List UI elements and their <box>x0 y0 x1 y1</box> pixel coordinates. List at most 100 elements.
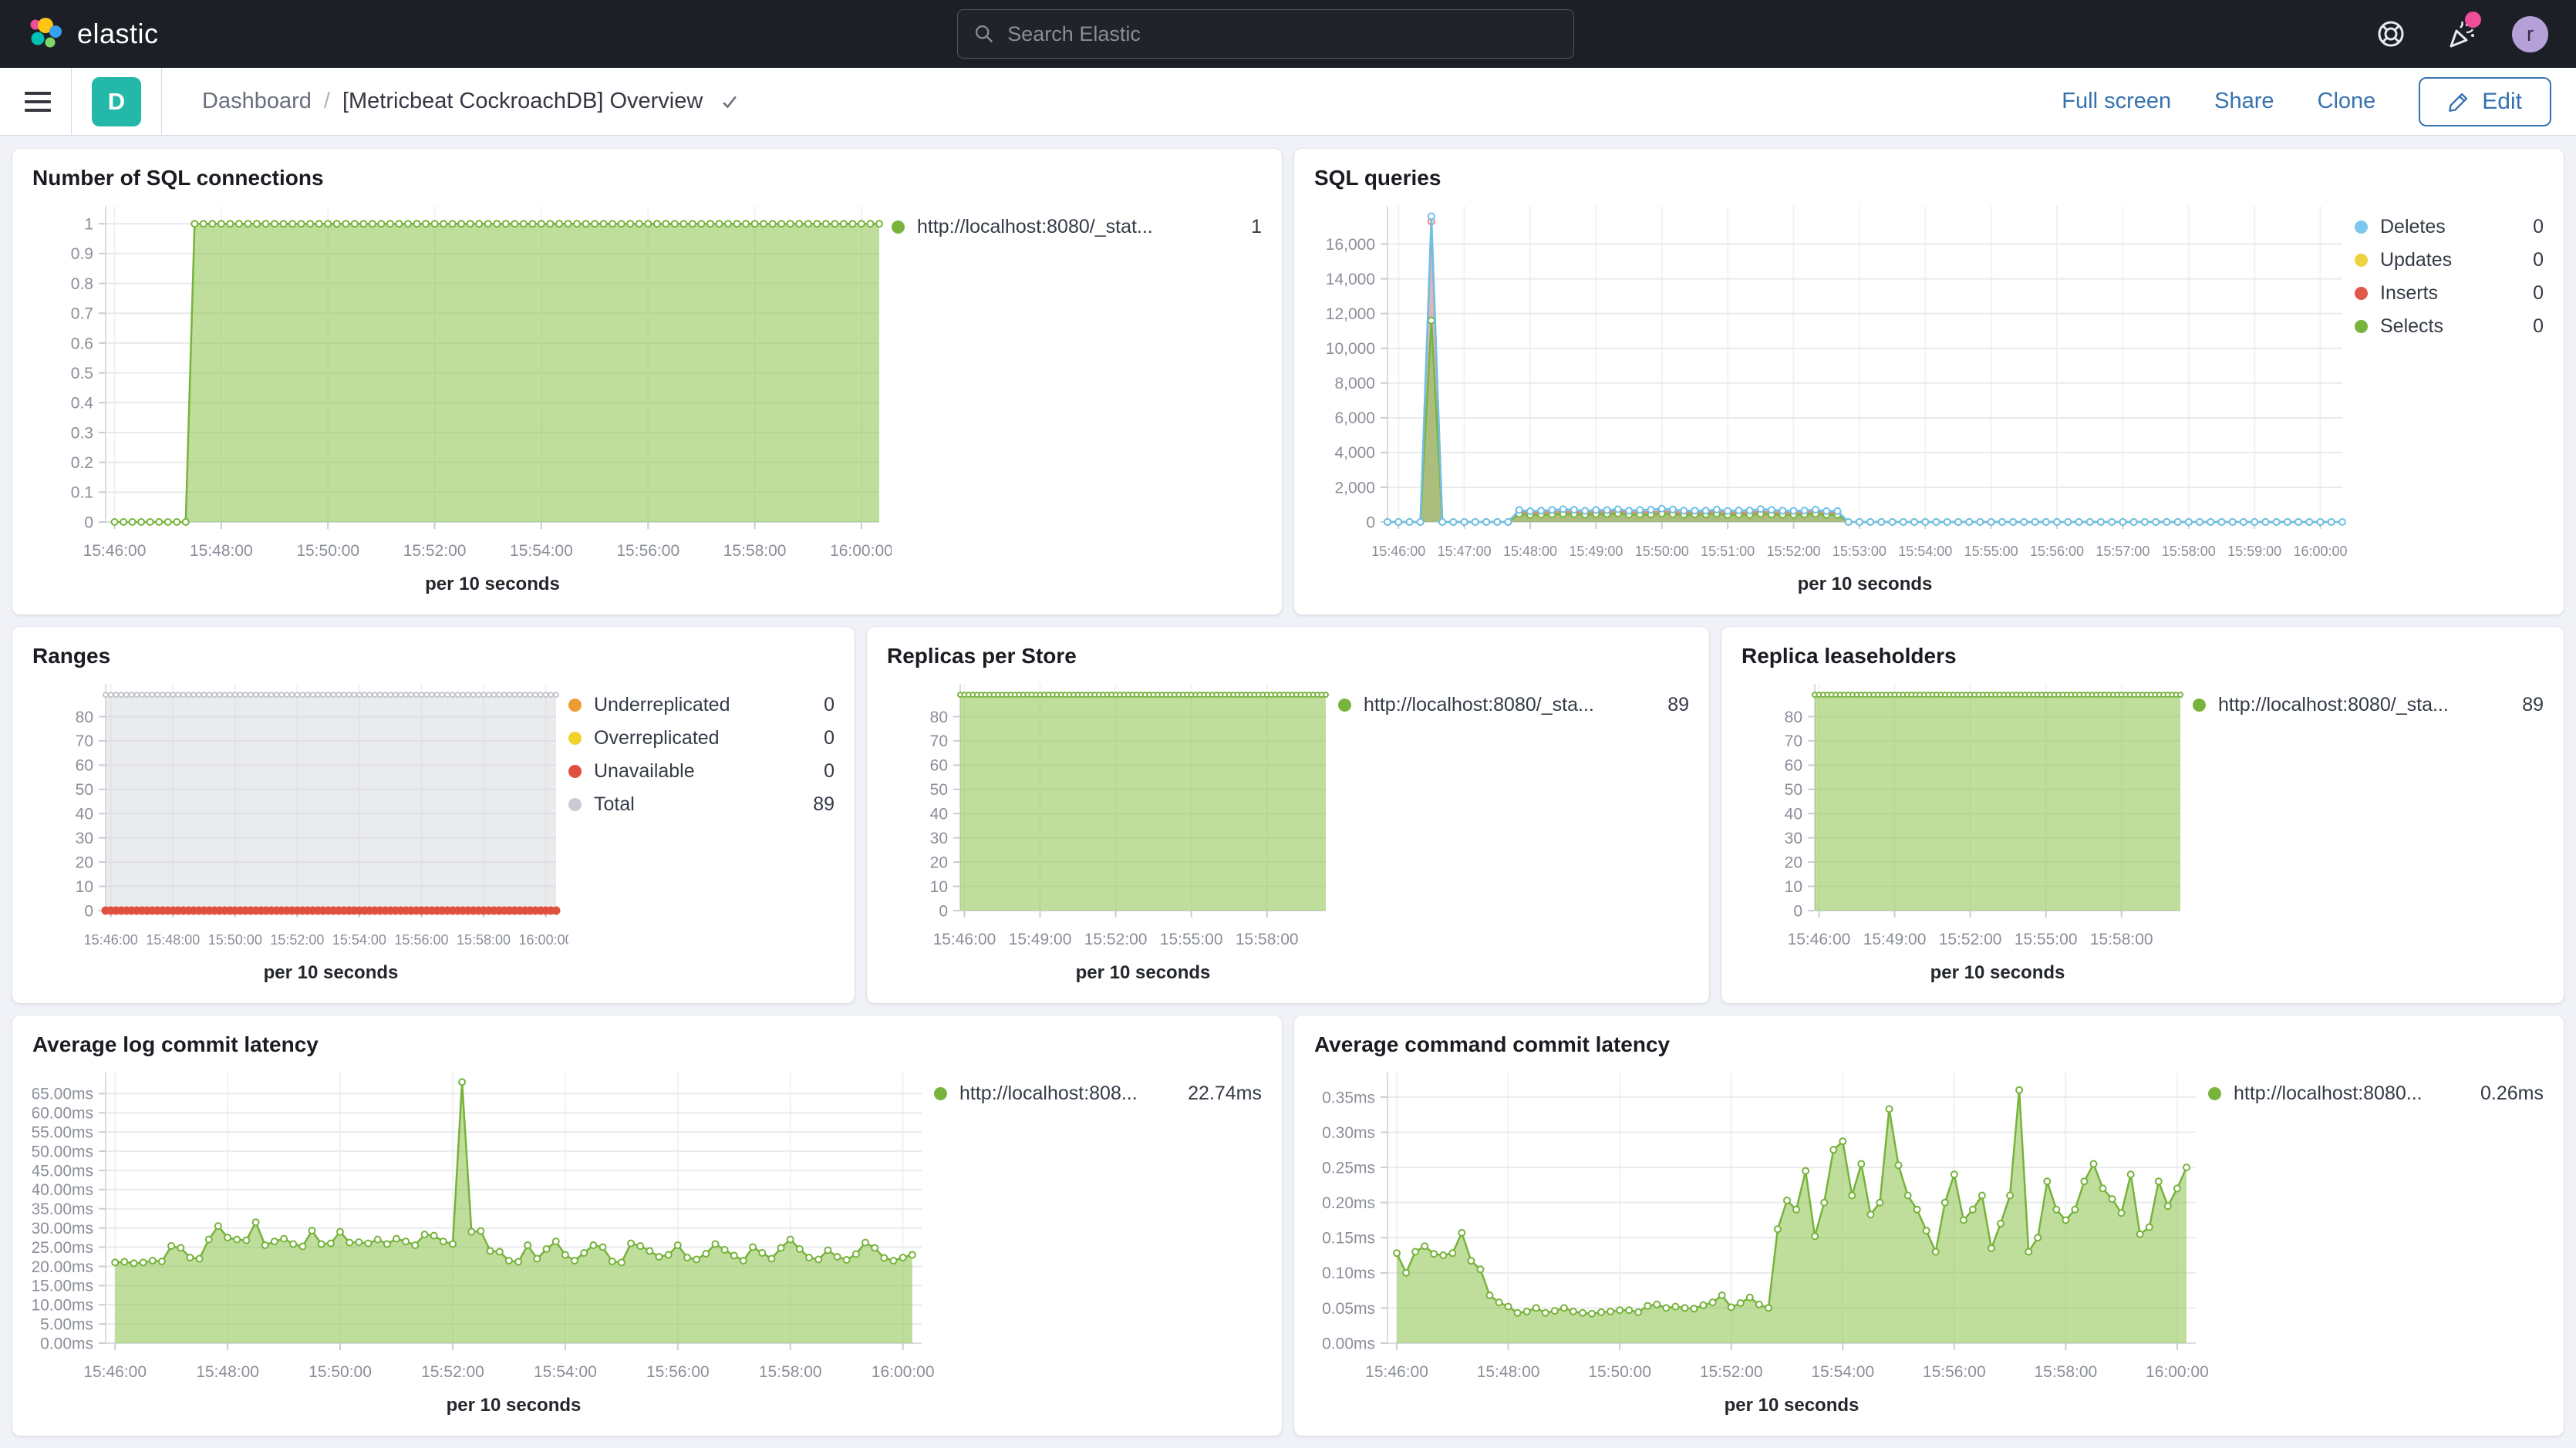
svg-text:15:58:00: 15:58:00 <box>1236 931 1299 948</box>
search-input[interactable] <box>1007 22 1558 46</box>
svg-text:40: 40 <box>76 806 93 823</box>
legend-item[interactable]: Unavailable0 <box>568 759 835 783</box>
svg-text:0.15ms: 0.15ms <box>1322 1230 1375 1248</box>
elastic-logo[interactable]: elastic <box>28 16 159 52</box>
legend-value: 0 <box>2510 282 2544 305</box>
legend-value: 89 <box>1655 694 1689 716</box>
legend: http://localhost:808...22.74ms <box>934 1062 1262 1419</box>
panel-title-replica-leaseholders[interactable]: Replica leaseholders <box>1741 644 2544 668</box>
svg-text:70: 70 <box>76 732 93 750</box>
legend-dot-icon <box>2355 221 2368 234</box>
help-icon[interactable] <box>2373 16 2409 52</box>
svg-text:25.00ms: 25.00ms <box>32 1239 93 1257</box>
space-badge[interactable]: D <box>92 77 141 126</box>
legend-item[interactable]: http://localhost:808...22.74ms <box>934 1082 1262 1105</box>
legend-value: 89 <box>2510 694 2544 716</box>
legend-item[interactable]: Inserts0 <box>2355 281 2544 305</box>
legend-item[interactable]: Updates0 <box>2355 248 2544 271</box>
svg-text:50: 50 <box>1785 781 1802 799</box>
svg-text:15:56:00: 15:56:00 <box>394 932 448 948</box>
svg-text:80: 80 <box>76 709 93 726</box>
chart-wrap: 00.10.20.30.40.50.60.70.80.9115:46:0015:… <box>32 195 1262 598</box>
avg-log-commit-latency-chart[interactable]: 0.00ms5.00ms10.00ms15.00ms20.00ms25.00ms… <box>32 1062 934 1419</box>
svg-text:0.10ms: 0.10ms <box>1322 1264 1375 1282</box>
svg-text:15:54:00: 15:54:00 <box>1898 544 1952 559</box>
clone-button[interactable]: Clone <box>2318 89 2376 114</box>
svg-text:10,000: 10,000 <box>1326 340 1375 358</box>
legend: Underreplicated0 Overreplicated 0 Unavailab… <box>568 673 835 986</box>
svg-text:15:46:00: 15:46:00 <box>1371 544 1425 559</box>
panel-replica-leaseholders: Replica leaseholders0102030405060708015:… <box>1721 627 2564 1003</box>
sql-connections-chart[interactable]: 00.10.20.30.40.50.60.70.80.9115:46:0015:… <box>32 195 892 598</box>
replicas-per-store-chart[interactable]: 0102030405060708015:46:0015:49:0015:52:0… <box>887 673 1338 986</box>
svg-text:per 10 seconds: per 10 seconds <box>1930 962 2065 983</box>
legend-dot-icon <box>2193 699 2206 712</box>
panel-title-sql-connections[interactable]: Number of SQL connections <box>32 166 1262 190</box>
svg-text:70: 70 <box>1785 732 1802 750</box>
breadcrumb-dashboard-link[interactable]: Dashboard <box>202 89 312 114</box>
breadcrumb-separator: / <box>324 89 330 114</box>
svg-text:30: 30 <box>1785 830 1802 847</box>
divider <box>161 68 162 135</box>
legend-dot-icon <box>568 699 582 712</box>
legend-value: 0 <box>801 727 835 749</box>
svg-text:15:50:00: 15:50:00 <box>1588 1363 1651 1381</box>
svg-text:15:54:00: 15:54:00 <box>1811 1363 1874 1381</box>
global-search[interactable] <box>957 9 1574 59</box>
legend-item[interactable]: http://localhost:8080/_stat...1 <box>892 215 1262 238</box>
legend-label: Total <box>594 793 635 816</box>
menu-icon[interactable] <box>25 92 51 112</box>
legend-item[interactable]: Deletes0 <box>2355 215 2544 238</box>
legend-item[interactable]: Underreplicated0 <box>568 693 835 716</box>
legend-item[interactable]: http://localhost:8080/_sta...89 <box>1338 693 1689 716</box>
chart-wrap: 02,0004,0006,0008,00010,00012,00014,0001… <box>1314 195 2544 598</box>
share-button[interactable]: Share <box>2214 89 2274 114</box>
svg-text:per 10 seconds: per 10 seconds <box>447 1395 582 1416</box>
ranges-chart[interactable]: 0102030405060708015:46:0015:48:0015:50:0… <box>32 673 568 986</box>
legend-item[interactable]: Total89 <box>568 793 835 816</box>
user-avatar[interactable]: r <box>2512 16 2548 52</box>
avg-command-commit-latency-chart[interactable]: 0.00ms0.05ms0.10ms0.15ms0.20ms0.25ms0.30… <box>1314 1062 2208 1419</box>
edit-button[interactable]: Edit <box>2419 77 2551 126</box>
svg-text:0.00ms: 0.00ms <box>1322 1335 1375 1352</box>
svg-text:70: 70 <box>930 732 948 750</box>
replica-leaseholders-chart[interactable]: 0102030405060708015:46:0015:49:0015:52:0… <box>1741 673 2193 986</box>
legend-item[interactable]: http://localhost:8080...0.26ms <box>2208 1082 2544 1105</box>
panel-title-avg-log-commit-latency[interactable]: Average log commit latency <box>32 1032 1262 1057</box>
svg-text:15:58:00: 15:58:00 <box>2090 931 2153 948</box>
panel-title-avg-command-commit-latency[interactable]: Average command commit latency <box>1314 1032 2544 1057</box>
panel-ranges: Ranges0102030405060708015:46:0015:48:001… <box>12 627 855 1003</box>
svg-text:15:58:00: 15:58:00 <box>759 1363 822 1381</box>
legend-item[interactable]: http://localhost:8080/_sta...89 <box>2193 693 2544 716</box>
svg-text:0: 0 <box>84 902 93 920</box>
svg-text:15:56:00: 15:56:00 <box>1923 1363 1986 1381</box>
svg-text:0.30ms: 0.30ms <box>1322 1124 1375 1142</box>
search-icon <box>973 23 995 45</box>
notification-dot <box>2465 12 2481 28</box>
panel-title-replicas-per-store[interactable]: Replicas per Store <box>887 644 1689 668</box>
svg-text:5.00ms: 5.00ms <box>40 1315 93 1333</box>
panel-title-sql-queries[interactable]: SQL queries <box>1314 166 2544 190</box>
legend-dot-icon <box>568 798 582 811</box>
dashboard-row-2: Ranges0102030405060708015:46:0015:48:001… <box>12 627 2564 1003</box>
svg-text:per 10 seconds: per 10 seconds <box>1798 574 1933 594</box>
legend-label: Unavailable <box>594 760 695 783</box>
chart-wrap: 0.00ms5.00ms10.00ms15.00ms20.00ms25.00ms… <box>32 1062 1262 1419</box>
legend-value: 1 <box>1228 216 1262 238</box>
legend-item[interactable]: Selects0 <box>2355 315 2544 338</box>
legend: http://localhost:8080/_sta...89 <box>1338 673 1689 986</box>
panel-title-ranges[interactable]: Ranges <box>32 644 835 668</box>
svg-text:20: 20 <box>1785 854 1802 871</box>
legend-value: 0 <box>2510 315 2544 338</box>
sql-queries-chart[interactable]: 02,0004,0006,0008,00010,00012,00014,0001… <box>1314 195 2355 598</box>
svg-text:15:55:00: 15:55:00 <box>1160 931 1223 948</box>
svg-text:15:54:00: 15:54:00 <box>332 932 386 948</box>
news-icon[interactable] <box>2443 16 2478 52</box>
legend-label: Overreplicated <box>594 727 720 749</box>
svg-text:15:56:00: 15:56:00 <box>646 1363 710 1381</box>
legend-item[interactable]: Overreplicated 0 <box>568 726 835 749</box>
svg-text:10: 10 <box>76 878 93 896</box>
svg-text:0.3: 0.3 <box>71 424 93 442</box>
full-screen-button[interactable]: Full screen <box>2062 89 2171 114</box>
svg-text:per 10 seconds: per 10 seconds <box>425 574 560 594</box>
